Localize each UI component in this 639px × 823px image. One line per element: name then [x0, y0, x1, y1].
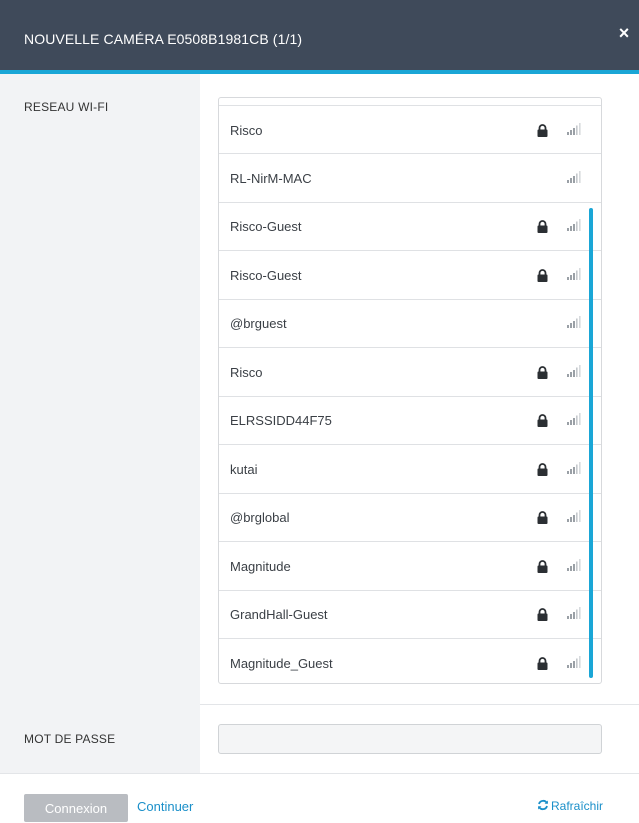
wifi-network-row[interactable]: Risco [219, 348, 601, 397]
wifi-network-label: RESEAU WI-FI [24, 100, 109, 114]
wifi-signal-icon [567, 267, 581, 280]
wifi-network-list[interactable]: Risco RL-NirM-MAC Risco-Guest Risco-Guest @b… [218, 97, 602, 684]
wifi-network-row[interactable]: Magnitude_Guest [219, 639, 601, 684]
lock-icon [537, 124, 548, 137]
wifi-signal-icon [567, 558, 581, 571]
wifi-network-row[interactable]: Risco [219, 105, 601, 154]
wifi-network-row[interactable]: Magnitude [219, 542, 601, 591]
lock-icon [537, 511, 548, 524]
wifi-signal-icon [567, 123, 581, 135]
network-name: Risco-Guest [230, 219, 302, 234]
network-name: ELRSSIDD44F75 [230, 413, 332, 428]
lock-icon [537, 462, 548, 476]
connect-button[interactable]: Connexion [24, 794, 128, 822]
wifi-network-row[interactable]: @brglobal [219, 493, 601, 542]
lock-icon [537, 608, 548, 621]
wifi-signal-icon [567, 510, 581, 522]
network-name: Magnitude_Guest [230, 655, 333, 671]
lock-icon [537, 365, 548, 379]
wifi-network-row[interactable]: GrandHall-Guest [219, 590, 601, 639]
password-input[interactable] [218, 724, 602, 754]
wifi-signal-icon [567, 170, 581, 183]
refresh-icon [538, 799, 548, 811]
dialog-header: NOUVELLE CAMÉRA E0508B1981CB (1/1) × [0, 0, 639, 74]
lock-icon [537, 656, 548, 670]
wifi-signal-icon [567, 655, 581, 668]
dialog-title: NOUVELLE CAMÉRA E0508B1981CB (1/1) [24, 31, 303, 47]
lock-icon [537, 559, 548, 573]
wifi-signal-icon [567, 461, 581, 474]
wifi-signal-icon [567, 413, 581, 425]
lock-icon [537, 220, 548, 233]
network-name: @brguest [230, 316, 287, 331]
continue-link[interactable]: Continuer [137, 799, 193, 814]
list-scrollbar[interactable] [589, 208, 593, 678]
wifi-signal-icon [567, 607, 581, 619]
network-name: @brglobal [230, 510, 290, 525]
wifi-network-row[interactable]: Risco-Guest [219, 251, 601, 300]
refresh-link[interactable]: Rafraîchir [537, 799, 603, 813]
section-divider [200, 704, 639, 705]
wifi-network-row[interactable]: Risco-Guest [219, 202, 601, 251]
footer-divider [0, 773, 639, 774]
label-column [0, 74, 200, 773]
wifi-signal-icon [567, 316, 581, 328]
close-icon[interactable]: × [617, 24, 631, 42]
lock-icon [537, 414, 548, 427]
network-name: Risco [230, 364, 263, 380]
network-name: GrandHall-Guest [230, 607, 328, 622]
refresh-label: Rafraîchir [551, 799, 604, 813]
wifi-network-row[interactable]: @brguest [219, 299, 601, 348]
network-name: Risco [230, 123, 263, 138]
lock-icon [537, 268, 548, 282]
network-name: kutai [230, 461, 258, 477]
wifi-signal-icon [567, 219, 581, 231]
network-name: Risco-Guest [230, 267, 302, 283]
wifi-network-row[interactable]: RL-NirM-MAC [219, 154, 601, 203]
wifi-network-row[interactable]: ELRSSIDD44F75 [219, 396, 601, 445]
network-name: RL-NirM-MAC [230, 170, 312, 186]
password-label: MOT DE PASSE [24, 732, 116, 746]
network-name: Magnitude [230, 558, 291, 574]
wifi-network-row[interactable]: kutai [219, 445, 601, 494]
wifi-signal-icon [567, 364, 581, 377]
